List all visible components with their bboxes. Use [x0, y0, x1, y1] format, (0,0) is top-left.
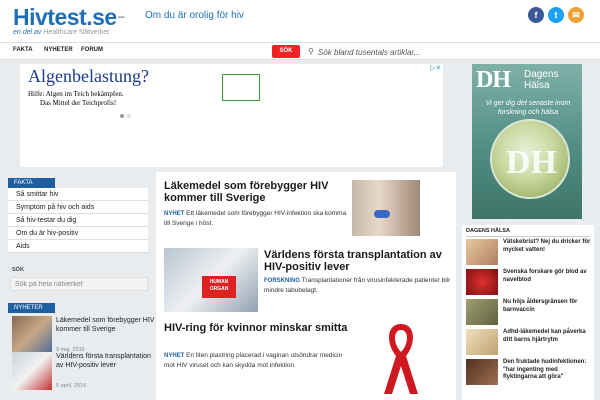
- ad-line: Das Mittel der Teichprofis!: [40, 99, 117, 107]
- article-title[interactable]: Läkemedel som förebygger HIV kommer till…: [164, 180, 354, 204]
- sidebar-item[interactable]: Så smittar hiv: [8, 188, 148, 201]
- sidebar-nyheter-head: NYHETER: [8, 303, 55, 313]
- search-icon: ⚲: [308, 47, 314, 56]
- news-title: Läkemedel som förebygger HIV kommer till…: [56, 317, 155, 333]
- article-summary: NYHET Ett läkemedel som förebygger HIV-i…: [164, 210, 347, 227]
- dh-item-title: Den fruktade hudinfektionen: "har ingent…: [503, 359, 587, 380]
- article-summary: NYHET En liten plastring placerad i vagi…: [164, 352, 343, 369]
- ad-line: Hilfe: Algen im Teich bekämpfen.: [28, 90, 124, 98]
- sidebar-search-label: SÖK: [12, 267, 24, 273]
- ad-choices-icon[interactable]: ▷✕: [430, 64, 441, 72]
- sidebar-fakta-list: Så smittar hiv Symptom på hiv och aids S…: [8, 188, 148, 253]
- facebook-icon[interactable]: f: [528, 7, 544, 23]
- dagens-halsa-item[interactable]: Svenska forskare gör blod av navelblod: [466, 269, 590, 299]
- twitter-icon[interactable]: t: [548, 7, 564, 23]
- dh-thumbnail: [466, 329, 498, 355]
- dh-thumbnail: [466, 359, 498, 385]
- dh-item-title: Vätskebrist? Nej du dricker för mycket v…: [503, 239, 591, 253]
- news-thumbnail: [12, 316, 52, 354]
- ad-title: Algenbelastung?: [28, 66, 149, 86]
- mail-icon[interactable]: ✉: [568, 7, 584, 23]
- logo-subtitle: en del av Healthcare Nätverket: [13, 29, 110, 36]
- dagens-halsa-item[interactable]: Den fruktade hudinfektionen: "har ingent…: [466, 359, 590, 389]
- dagens-halsa-ad[interactable]: DH Dagens Hälsa Vi ger dig det senaste in…: [472, 64, 582, 219]
- sidebar-item[interactable]: Så hiv-testar du dig: [8, 214, 148, 227]
- article-title[interactable]: Världens första transplantation av HIV-p…: [264, 249, 454, 273]
- header: Hivtest.se en del av Healthcare Nätverke…: [0, 0, 600, 42]
- dagens-halsa-list: DAGENS HÄLSA Vätskebrist? Nej du dricker…: [462, 225, 594, 400]
- article-summary: FORSKNING Transplantationer från virusin…: [264, 277, 451, 294]
- article-image-pill[interactable]: [352, 180, 420, 236]
- sidebar-search-input[interactable]: [10, 277, 148, 291]
- article-tag: NYHET: [164, 353, 185, 359]
- dagens-halsa-item[interactable]: Vätskebrist? Nej du dricker för mycket v…: [466, 239, 590, 269]
- sidebar-news-item[interactable]: Världens första transplantation av HIV-p…: [12, 352, 151, 394]
- main-nav: FAKTA NYHETER FORUM SÖK ⚲: [0, 42, 600, 60]
- dh-plate-logo: DH: [506, 144, 557, 181]
- article-title[interactable]: HIV-ring för kvinnor minskar smitta: [164, 322, 354, 334]
- dh-thumbnail: [466, 269, 498, 295]
- dagens-halsa-item[interactable]: Adhd-läkemedel kan påverka ditt barns hj…: [466, 329, 590, 359]
- site-tagline: Om du är orolig för hiv: [145, 10, 244, 21]
- article-tag: FORSKNING: [264, 278, 300, 284]
- dh-ad-text: Vi ger dig det senaste inom forskning oc…: [485, 100, 571, 116]
- sidebar-item[interactable]: Aids: [8, 240, 148, 253]
- dh-item-title: Nu höjs åldersgränsen för barnvaccin: [503, 299, 578, 313]
- divider: [466, 236, 590, 237]
- sidebar-item[interactable]: Om du är hiv-positiv: [8, 227, 148, 240]
- dh-thumbnail: [466, 239, 498, 265]
- sidebar-item[interactable]: Symptom på hiv och aids: [8, 201, 148, 214]
- nav-forum[interactable]: FORUM: [81, 47, 103, 53]
- dh-item-title: Svenska forskare gör blod av navelblod: [503, 269, 587, 283]
- dagens-halsa-item[interactable]: Nu höjs åldersgränsen för barnvaccin: [466, 299, 590, 329]
- main-article-list: Läkemedel som förebygger HIV kommer till…: [156, 172, 456, 400]
- dh-logo: DH: [476, 67, 511, 93]
- news-date: 5 april, 2016: [56, 383, 87, 389]
- ad-pager: [120, 105, 134, 123]
- news-title: Världens första transplantation av HIV-p…: [56, 353, 151, 369]
- sidebar-fakta-head: FAKTA: [8, 178, 55, 188]
- nav-nyheter[interactable]: NYHETER: [44, 47, 73, 53]
- ad-green-box: [222, 74, 260, 101]
- dagens-halsa-head: DAGENS HÄLSA: [466, 228, 511, 234]
- search-input[interactable]: [318, 45, 568, 59]
- site-logo[interactable]: Hivtest.se: [13, 4, 117, 31]
- dh-thumbnail: [466, 299, 498, 325]
- dh-name: Dagens Hälsa: [524, 69, 559, 91]
- nav-fakta[interactable]: FAKTA: [13, 47, 33, 53]
- search-button[interactable]: SÖK: [272, 45, 300, 58]
- news-thumbnail: [12, 352, 52, 390]
- ad-banner[interactable]: Algenbelastung? Hilfe: Algen im Teich be…: [20, 64, 443, 167]
- page: Hivtest.se en del av Healthcare Nätverke…: [0, 0, 600, 400]
- article-tag: NYHET: [164, 211, 185, 217]
- header-dash: –: [118, 9, 125, 23]
- red-ribbon-icon[interactable]: [376, 320, 426, 396]
- article-image-organ[interactable]: HUMAN ORGAN: [164, 248, 258, 312]
- dh-item-title: Adhd-läkemedel kan påverka ditt barns hj…: [503, 329, 586, 343]
